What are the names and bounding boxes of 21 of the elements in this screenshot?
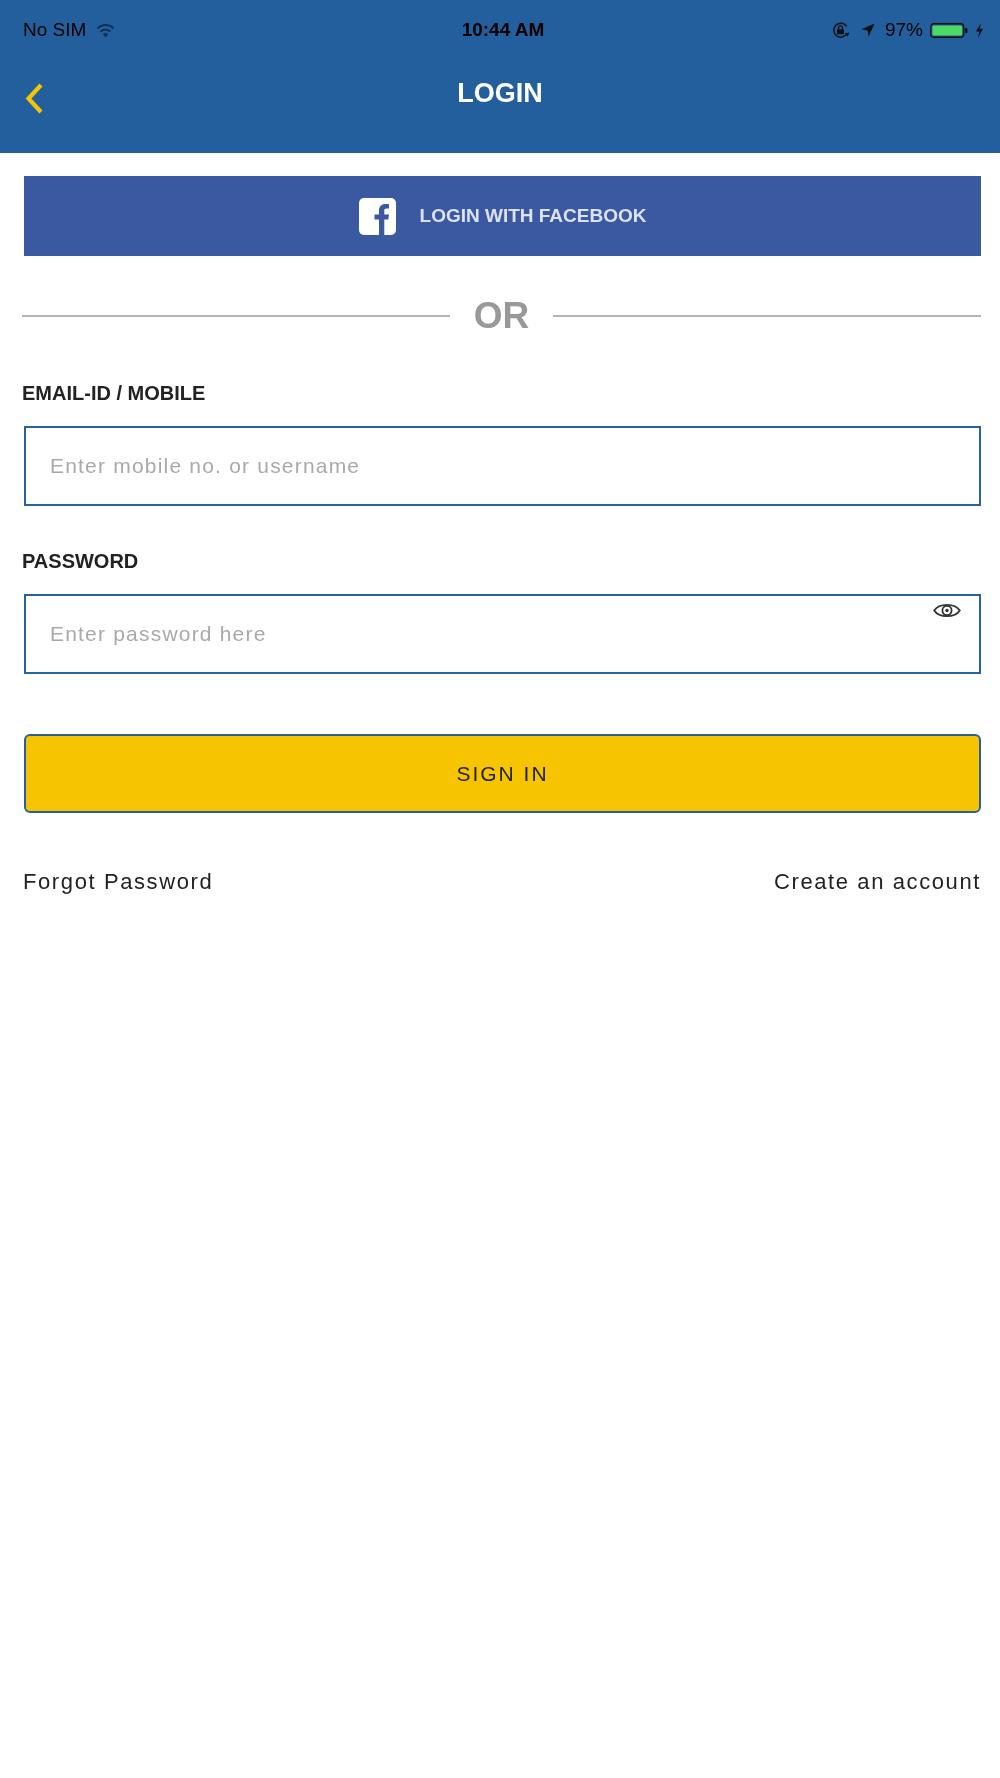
carrier-label: No SIM [23,19,87,41]
facebook-login-button[interactable]: LOGIN WITH FACEBOOK [24,176,981,256]
sign-in-button[interactable]: SIGN IN [24,734,981,813]
rotation-lock-icon [831,22,850,38]
screen-title: LOGIN [457,77,543,109]
f-logo-icon [358,197,396,235]
or-divider-label: OR [473,294,530,338]
charging-bolt-icon [976,22,983,38]
battery-percent: 97% [884,19,923,41]
field-label: EMAIL-ID / MOBILE [22,381,206,405]
location-arrow-icon [860,23,875,37]
eye-icon[interactable] [933,601,961,620]
clock-time: 10:44 AM [461,19,545,41]
battery-icon [930,22,968,38]
create-account-link[interactable]: Create an account [774,868,981,896]
field-label: PASSWORD [22,549,139,573]
forgot-password-link[interactable]: Forgot Password [23,868,214,896]
back-chevron-icon[interactable] [25,83,43,114]
password-field[interactable]: Enter password here [24,594,981,674]
email-field[interactable]: Enter mobile no. or username [24,426,981,506]
wifi-icon [96,22,116,38]
